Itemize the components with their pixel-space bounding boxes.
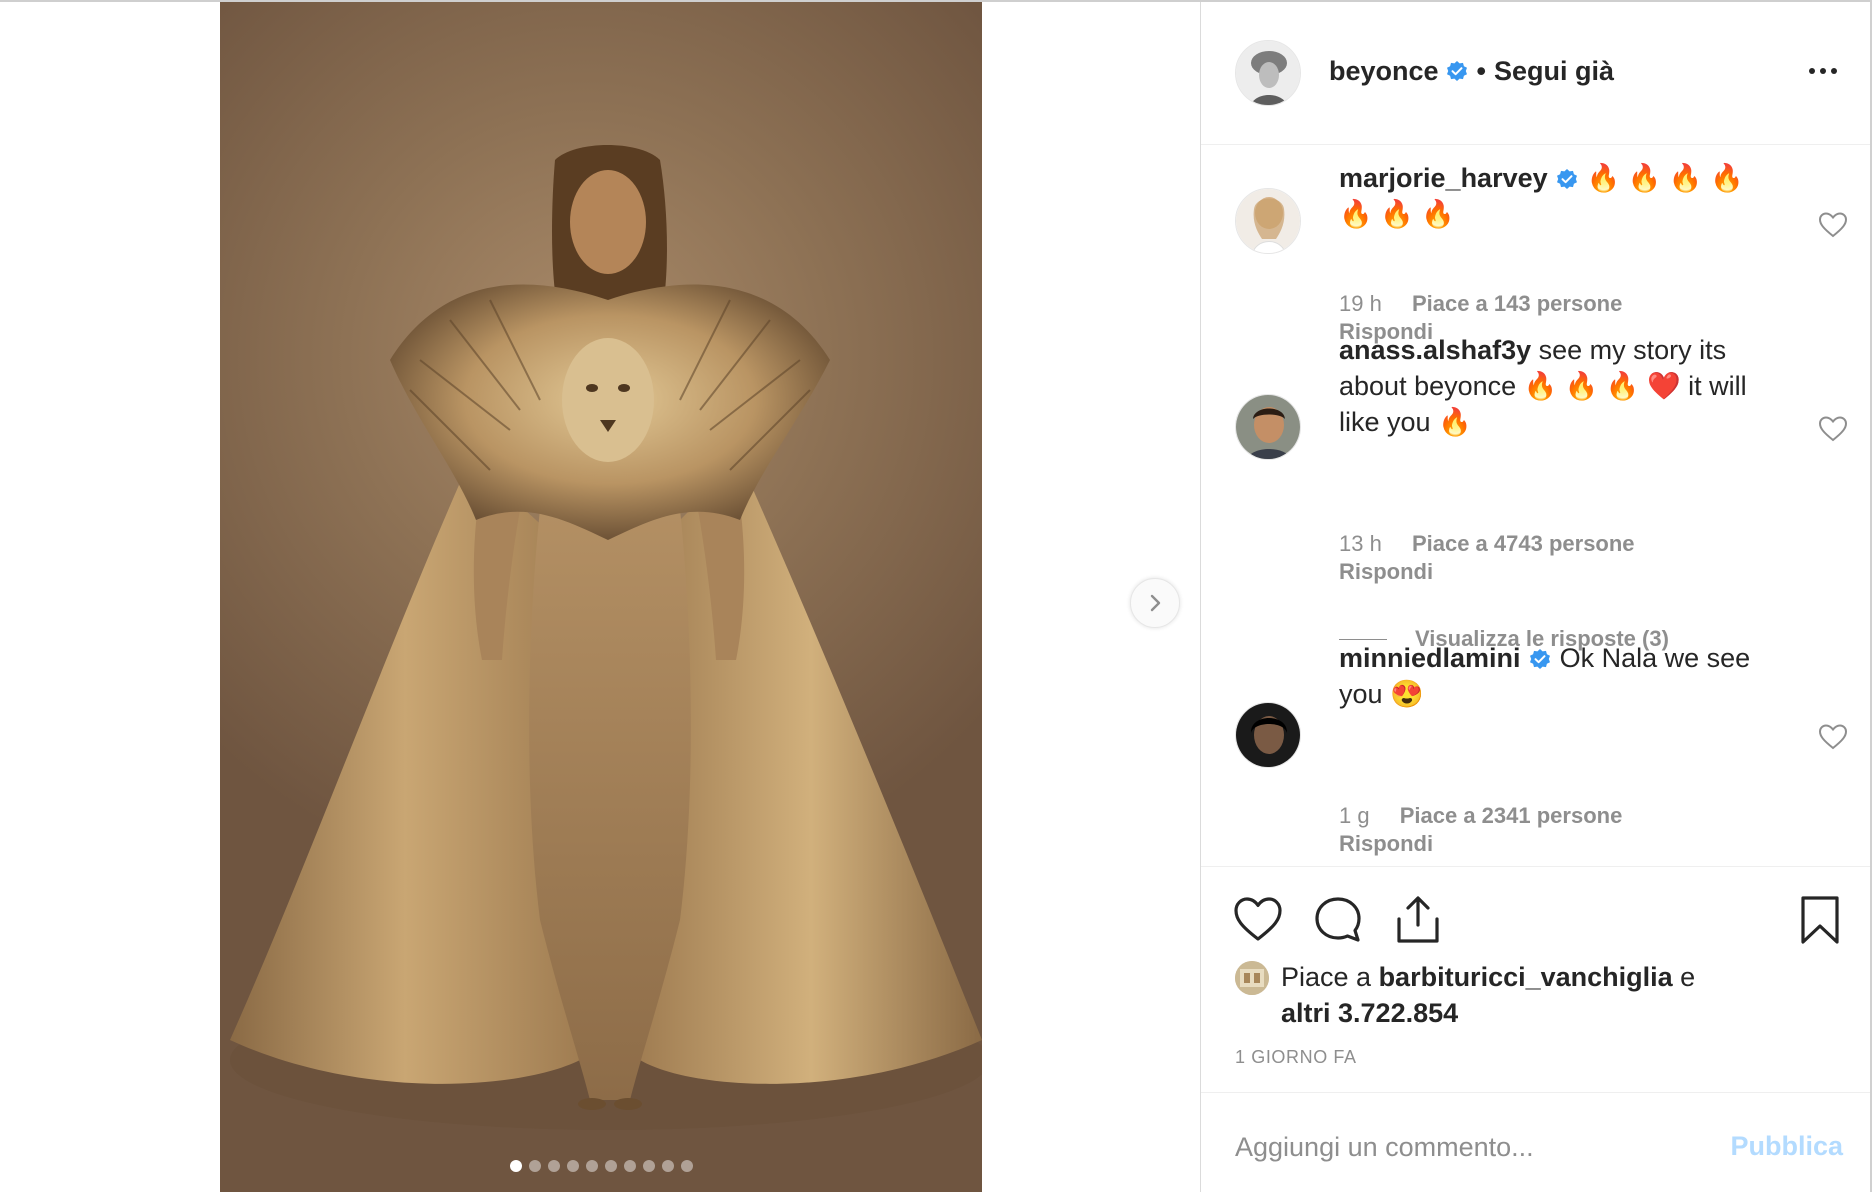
likes-prefix: Piace a: [1281, 962, 1379, 992]
commenter-photo-icon: [1236, 395, 1300, 459]
likes-text: Piace a barbituricci_vanchiglia e altri 3…: [1281, 959, 1755, 1031]
likes-summary: Piace a barbituricci_vanchiglia e altri 3…: [1235, 959, 1755, 1031]
carousel-dot: [642, 1160, 655, 1172]
commenter-photo-icon: [1236, 703, 1300, 767]
follow-button[interactable]: Segui già: [1494, 56, 1614, 87]
carousel-dot: [661, 1160, 674, 1172]
carousel-dot: [547, 1160, 560, 1172]
profile-photo-icon: [1236, 41, 1300, 105]
liker-photo-icon: [1235, 961, 1269, 995]
post-media-area: [0, 0, 1200, 1192]
chevron-right-icon: [1150, 594, 1161, 612]
comments-list: marjorie_harvey 🔥 🔥 🔥 🔥 🔥 🔥 🔥 19 h Piace…: [1201, 146, 1872, 866]
commenter-photo-icon: [1236, 189, 1300, 253]
carousel-dot: [509, 1160, 522, 1172]
share-icon[interactable]: [1393, 895, 1443, 945]
likes-others-count[interactable]: altri 3.722.854: [1281, 998, 1458, 1028]
heart-icon[interactable]: [1819, 724, 1847, 750]
post-author: beyonce • Segui già: [1329, 56, 1614, 87]
post-header: beyonce • Segui già: [1201, 0, 1872, 145]
comment-bubble-icon[interactable]: [1313, 895, 1363, 945]
verified-badge-icon: [1557, 168, 1578, 189]
post-actions: Piace a barbituricci_vanchiglia e altri 3…: [1201, 866, 1872, 1092]
carousel-dot: [604, 1160, 617, 1172]
post-photo-illustration: [230, 145, 982, 1130]
comment-body: marjorie_harvey 🔥 🔥 🔥 🔥 🔥 🔥 🔥: [1339, 160, 1779, 232]
heart-icon[interactable]: [1819, 212, 1847, 238]
comment-username[interactable]: anass.alshaf3y: [1339, 335, 1531, 365]
post-side-panel: beyonce • Segui già marjorie_harvey 🔥 🔥 …: [1200, 0, 1872, 1192]
comment-likes[interactable]: Piace a 2341 persone: [1400, 803, 1623, 828]
comment-body: minniedlamini Ok Nala we see you 😍: [1339, 640, 1779, 712]
carousel-dot: [585, 1160, 598, 1172]
more-dot: [1809, 68, 1815, 74]
post-photo[interactable]: [220, 0, 982, 1192]
carousel-dot: [623, 1160, 636, 1172]
comment-likes[interactable]: Piace a 4743 persone: [1412, 531, 1635, 556]
liker-username[interactable]: barbituricci_vanchiglia: [1379, 962, 1673, 992]
avatar[interactable]: [1235, 702, 1301, 768]
carousel-dot: [680, 1160, 693, 1172]
window-top-border: [0, 0, 1872, 2]
carousel-dot: [566, 1160, 579, 1172]
verified-badge-icon: [1446, 60, 1467, 81]
heart-icon[interactable]: [1819, 416, 1847, 442]
carousel-next-button[interactable]: [1130, 578, 1180, 628]
avatar[interactable]: [1235, 961, 1269, 995]
comment-meta: 1 g Piace a 2341 persone Rispondi: [1339, 802, 1622, 858]
comment-body: anass.alshaf3y see my story its about be…: [1339, 332, 1779, 440]
add-comment-bar: Pubblica: [1201, 1092, 1872, 1192]
more-dot: [1820, 68, 1826, 74]
verified-badge-icon: [1530, 648, 1551, 669]
carousel-dot: [528, 1160, 541, 1172]
likes-conjunction: e: [1672, 962, 1696, 992]
like-heart-icon[interactable]: [1233, 895, 1283, 945]
comment-username[interactable]: marjorie_harvey: [1339, 163, 1548, 193]
comment-input[interactable]: [1235, 1127, 1705, 1167]
separator-dot: •: [1476, 56, 1486, 86]
reply-button[interactable]: Rispondi: [1339, 558, 1635, 586]
comment-username[interactable]: minniedlamini: [1339, 643, 1521, 673]
reply-button[interactable]: Rispondi: [1339, 830, 1622, 858]
comment-time[interactable]: 13 h: [1339, 531, 1382, 556]
avatar[interactable]: [1235, 40, 1301, 106]
more-dot: [1831, 68, 1837, 74]
comment-time[interactable]: 1 g: [1339, 803, 1370, 828]
author-username[interactable]: beyonce: [1329, 56, 1439, 87]
publish-button[interactable]: Pubblica: [1730, 1131, 1843, 1162]
comment-time[interactable]: 19 h: [1339, 291, 1382, 316]
more-options-button[interactable]: [1803, 56, 1843, 86]
bookmark-icon[interactable]: [1795, 895, 1845, 945]
post-timestamp[interactable]: 1 GIORNO FA: [1235, 1047, 1357, 1068]
avatar[interactable]: [1235, 188, 1301, 254]
carousel-indicator: [220, 1160, 982, 1172]
comment-likes[interactable]: Piace a 143 persone: [1412, 291, 1622, 316]
comment-meta: 13 h Piace a 4743 persone Rispondi: [1339, 530, 1635, 586]
avatar[interactable]: [1235, 394, 1301, 460]
